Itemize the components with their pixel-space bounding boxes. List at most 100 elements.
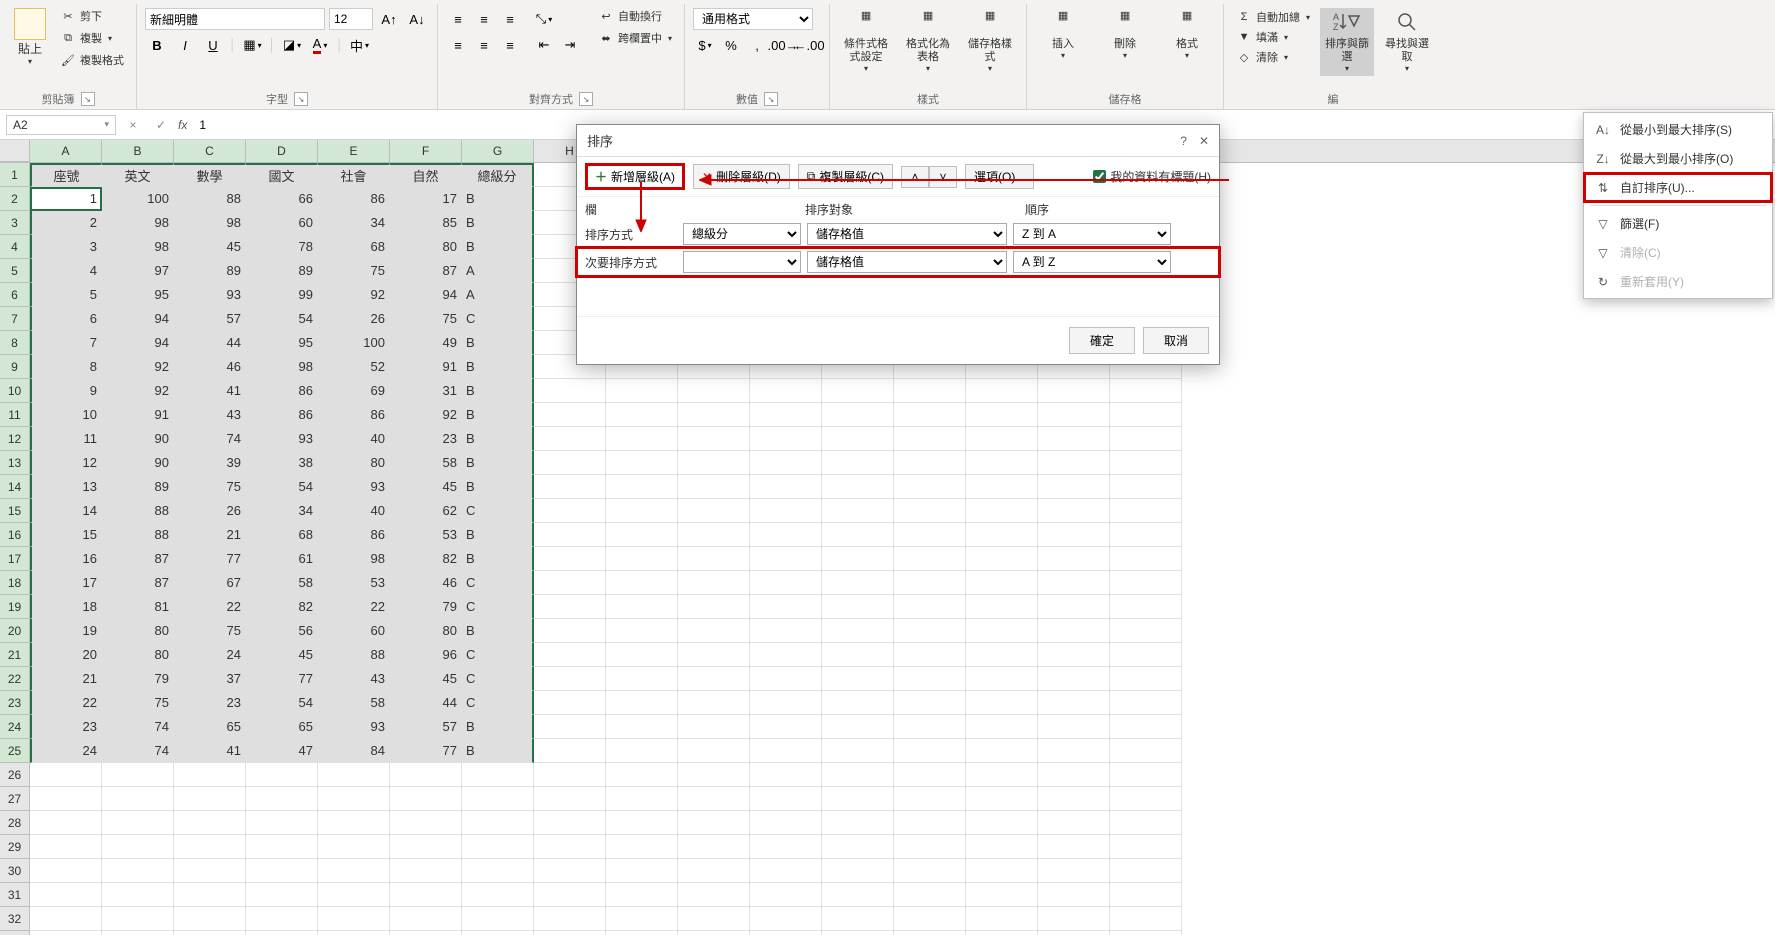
- cell[interactable]: B: [462, 427, 534, 451]
- cell[interactable]: 80: [102, 619, 174, 643]
- cell[interactable]: [750, 835, 822, 859]
- cell[interactable]: 9: [30, 379, 102, 403]
- cell[interactable]: 57: [390, 715, 462, 739]
- cell[interactable]: [678, 787, 750, 811]
- cell[interactable]: [894, 595, 966, 619]
- cell[interactable]: [1110, 931, 1182, 935]
- cell[interactable]: 4: [30, 259, 102, 283]
- cell[interactable]: [1038, 691, 1110, 715]
- italic-button[interactable]: I: [173, 34, 197, 56]
- align-right-button[interactable]: ≡: [498, 34, 522, 56]
- cell[interactable]: [534, 595, 606, 619]
- cell[interactable]: [966, 739, 1038, 763]
- cell[interactable]: [1110, 403, 1182, 427]
- cell[interactable]: [1110, 835, 1182, 859]
- cell[interactable]: 5: [30, 283, 102, 307]
- cell[interactable]: C: [462, 643, 534, 667]
- cell[interactable]: [534, 859, 606, 883]
- clipboard-launcher[interactable]: ↘: [81, 92, 95, 106]
- cell[interactable]: [678, 451, 750, 475]
- cell[interactable]: [822, 715, 894, 739]
- cell[interactable]: [318, 883, 390, 907]
- cell[interactable]: [894, 811, 966, 835]
- cell[interactable]: 11: [30, 427, 102, 451]
- border-button[interactable]: ▦: [241, 34, 265, 56]
- cell[interactable]: [246, 787, 318, 811]
- cell[interactable]: A: [462, 283, 534, 307]
- dialog-help-button[interactable]: ?: [1180, 134, 1187, 148]
- cell[interactable]: [750, 499, 822, 523]
- cell[interactable]: [606, 451, 678, 475]
- cell[interactable]: [174, 883, 246, 907]
- alignment-launcher[interactable]: ↘: [579, 92, 593, 106]
- cell[interactable]: 91: [390, 355, 462, 379]
- cell[interactable]: [390, 859, 462, 883]
- font-name-select[interactable]: [145, 8, 325, 30]
- cell[interactable]: 60: [246, 211, 318, 235]
- cell[interactable]: [894, 643, 966, 667]
- cell[interactable]: [894, 787, 966, 811]
- cell[interactable]: [750, 787, 822, 811]
- cell[interactable]: 12: [30, 451, 102, 475]
- row-header[interactable]: 23: [0, 691, 30, 715]
- cell[interactable]: [678, 715, 750, 739]
- cell[interactable]: [606, 547, 678, 571]
- cell[interactable]: [390, 907, 462, 931]
- cell[interactable]: [750, 931, 822, 935]
- cell[interactable]: [1110, 619, 1182, 643]
- cell[interactable]: [30, 883, 102, 907]
- cell[interactable]: 英文: [102, 163, 174, 187]
- cell[interactable]: [30, 787, 102, 811]
- row-header[interactable]: 27: [0, 787, 30, 811]
- cell[interactable]: [1038, 643, 1110, 667]
- cell[interactable]: 13: [30, 475, 102, 499]
- column-header[interactable]: D: [246, 140, 318, 162]
- row-header[interactable]: 3: [0, 211, 30, 235]
- cell[interactable]: [606, 691, 678, 715]
- cell[interactable]: 95: [246, 331, 318, 355]
- cell[interactable]: [534, 811, 606, 835]
- delete-button[interactable]: ▦刪除▾: [1097, 8, 1153, 63]
- cell[interactable]: 26: [174, 499, 246, 523]
- cell[interactable]: [822, 595, 894, 619]
- paste-button[interactable]: 貼上 ▾: [8, 4, 52, 70]
- cell[interactable]: 18: [30, 595, 102, 619]
- cell[interactable]: [534, 379, 606, 403]
- number-launcher[interactable]: ↘: [764, 92, 778, 106]
- cell[interactable]: 80: [318, 451, 390, 475]
- cell[interactable]: 75: [174, 619, 246, 643]
- cell[interactable]: [750, 739, 822, 763]
- cell[interactable]: [678, 475, 750, 499]
- row-header[interactable]: 21: [0, 643, 30, 667]
- cell[interactable]: [822, 691, 894, 715]
- cell[interactable]: [534, 883, 606, 907]
- cell[interactable]: 94: [390, 283, 462, 307]
- menu-custom-sort[interactable]: ⇅自訂排序(U)...: [1584, 173, 1772, 202]
- row-header[interactable]: 20: [0, 619, 30, 643]
- format-table-button[interactable]: ▦格式化為表格▾: [900, 8, 956, 76]
- cell[interactable]: [246, 883, 318, 907]
- decrease-decimal-button[interactable]: ←.00: [797, 34, 821, 56]
- cell[interactable]: [750, 643, 822, 667]
- cell[interactable]: [1110, 547, 1182, 571]
- row-header[interactable]: 17: [0, 547, 30, 571]
- cell[interactable]: [894, 619, 966, 643]
- cell[interactable]: 93: [318, 715, 390, 739]
- cell[interactable]: 45: [390, 667, 462, 691]
- cell[interactable]: B: [462, 619, 534, 643]
- fx-icon[interactable]: fx: [178, 118, 187, 132]
- cell[interactable]: [1038, 667, 1110, 691]
- cell[interactable]: [606, 883, 678, 907]
- cell[interactable]: [318, 859, 390, 883]
- cell[interactable]: [1110, 763, 1182, 787]
- cell[interactable]: 社會: [318, 163, 390, 187]
- cell[interactable]: [966, 763, 1038, 787]
- cell[interactable]: 74: [102, 715, 174, 739]
- cell[interactable]: 24: [174, 643, 246, 667]
- cell[interactable]: [606, 499, 678, 523]
- cell[interactable]: [822, 619, 894, 643]
- increase-decimal-button[interactable]: .00→: [771, 34, 795, 56]
- cell[interactable]: [678, 619, 750, 643]
- cell[interactable]: [894, 715, 966, 739]
- cell[interactable]: [966, 859, 1038, 883]
